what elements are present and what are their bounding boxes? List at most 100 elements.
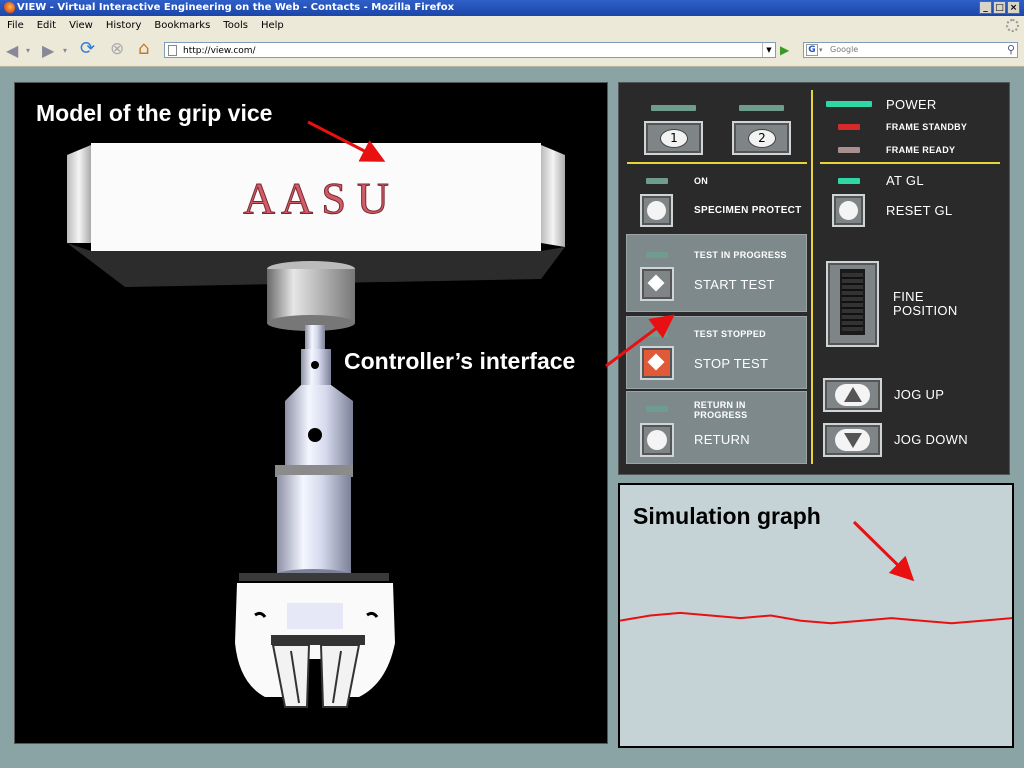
jog-down-arrow-icon — [844, 433, 862, 448]
jaw-slot — [271, 635, 365, 645]
crosshead-right-end — [541, 145, 565, 247]
magnifier-icon[interactable]: ⚲ — [1007, 43, 1015, 57]
reload-icon[interactable]: ⟳ — [80, 40, 95, 58]
lower-body — [277, 475, 351, 575]
left-divider — [627, 162, 807, 164]
reset-gl-label: RESET GL — [886, 203, 953, 218]
fine-position-notches — [842, 273, 863, 331]
power-led — [826, 101, 872, 107]
back-arrow-icon[interactable]: ◀ — [6, 42, 18, 60]
at-gl-led — [838, 178, 860, 184]
search-engine-dropdown-icon[interactable]: ▾ — [819, 43, 823, 57]
return-button[interactable] — [640, 423, 674, 457]
home-icon[interactable]: ⌂ — [138, 40, 149, 58]
close-button[interactable]: × — [1007, 1, 1020, 14]
fine-position-label-line2: POSITION — [893, 303, 958, 318]
search-box[interactable]: G ▾ Google ⚲ — [803, 42, 1018, 58]
search-placeholder: Google — [830, 45, 859, 54]
forward-arrow-icon[interactable]: ▶ — [42, 42, 54, 60]
grip-window — [287, 603, 343, 629]
address-text: http://view.com/ — [183, 46, 256, 56]
start-test-diamond-icon — [647, 274, 665, 292]
back-history-dropdown-icon[interactable]: ▾ — [26, 42, 30, 60]
station-1-button[interactable]: 1 — [644, 121, 703, 155]
frame-standby-label: FRAME STANDBY — [886, 122, 968, 132]
station-1-label: 1 — [660, 129, 688, 148]
jog-up-pill — [835, 384, 870, 406]
frame-ready-label: FRAME READY — [886, 145, 956, 155]
jog-up-button[interactable] — [823, 378, 882, 412]
menu-file[interactable]: File — [7, 20, 24, 31]
minimize-button[interactable]: _ — [979, 1, 992, 14]
address-bar[interactable]: http://view.com/ ▼ — [164, 42, 776, 58]
test-stopped-led — [646, 331, 668, 337]
menu-bar: File Edit View History Bookmarks Tools Help — [0, 16, 1024, 36]
jog-down-button[interactable] — [823, 423, 882, 457]
jog-down-label: JOG DOWN — [894, 432, 968, 447]
on-led — [646, 178, 668, 184]
menu-view[interactable]: View — [69, 20, 93, 31]
simulation-graph-line — [620, 611, 1012, 625]
frame-ready-led — [838, 147, 860, 153]
grip-vice-model-graphic: A A S U — [67, 143, 565, 708]
power-label: POWER — [886, 97, 937, 112]
address-dropdown-icon[interactable]: ▼ — [762, 43, 775, 57]
stop-test-button[interactable] — [640, 346, 674, 380]
upper-cap — [267, 269, 355, 323]
menu-bookmarks[interactable]: Bookmarks — [154, 20, 210, 31]
station-2-label: 2 — [748, 129, 776, 148]
return-knob-icon — [647, 430, 667, 450]
jog-up-label: JOG UP — [894, 387, 945, 402]
right-divider — [820, 162, 1000, 164]
jog-up-arrow-icon — [844, 387, 862, 402]
specimen-protect-label: SPECIMEN PROTECT — [694, 205, 802, 216]
frame-standby-led — [838, 124, 860, 130]
fine-position-track — [840, 269, 865, 335]
on-label: ON — [694, 176, 709, 186]
reset-gl-button[interactable] — [832, 194, 865, 227]
body-pin-hole — [308, 428, 322, 442]
shaft-taper — [285, 385, 353, 401]
return-label: RETURN — [694, 432, 750, 447]
stop-icon[interactable]: ⊗ — [110, 40, 124, 58]
return-in-progress-led — [646, 406, 668, 412]
stop-test-diamond-icon — [647, 353, 665, 371]
station-2-button[interactable]: 2 — [732, 121, 791, 155]
station-2-indicator — [739, 105, 784, 111]
throbber-icon — [1006, 19, 1019, 32]
graph-annotation: Simulation graph — [633, 503, 821, 529]
go-arrow-icon[interactable]: ▶ — [780, 42, 789, 58]
firefox-logo-icon — [3, 2, 15, 14]
model-annotation: Model of the grip vice — [36, 100, 273, 126]
station-1-indicator — [651, 105, 696, 111]
return-in-progress-label-line2: PROGRESS — [694, 410, 748, 420]
title-bar: VIEW - Virtual Interactive Engineering o… — [0, 0, 1024, 16]
search-engine-icon[interactable]: G — [806, 44, 818, 56]
test-in-progress-led — [646, 252, 668, 258]
test-stopped-label: TEST STOPPED — [694, 329, 766, 339]
forward-history-dropdown-icon[interactable]: ▾ — [63, 42, 67, 60]
controller-annotation: Controller’s interface — [344, 348, 576, 374]
return-in-progress-label-line1: RETURN IN — [694, 400, 746, 410]
jog-down-pill — [835, 429, 870, 451]
reset-gl-knob-icon — [839, 201, 858, 220]
fine-position-slider[interactable] — [826, 261, 879, 347]
maximize-button[interactable]: □ — [993, 1, 1006, 14]
specimen-protect-button[interactable] — [640, 194, 673, 227]
menu-history[interactable]: History — [106, 20, 142, 31]
fine-position-label-line1: FINE — [893, 289, 924, 304]
crosshead-left-end — [67, 145, 91, 243]
menu-edit[interactable]: Edit — [37, 20, 56, 31]
grip-vice-model-viewport[interactable]: A A S U — [14, 82, 608, 744]
start-test-button[interactable] — [640, 267, 674, 301]
window-title: VIEW - Virtual Interactive Engineering o… — [17, 2, 455, 13]
grip-top-plate — [239, 573, 389, 581]
start-test-label: START TEST — [694, 277, 775, 292]
page-icon — [168, 45, 177, 56]
menu-help[interactable]: Help — [261, 20, 284, 31]
vertical-divider — [811, 90, 813, 464]
crosshead-sign-text: A A S U — [243, 174, 389, 223]
shaft-pin-hole — [311, 361, 319, 369]
stop-test-label: STOP TEST — [694, 356, 769, 371]
menu-tools[interactable]: Tools — [223, 20, 248, 31]
